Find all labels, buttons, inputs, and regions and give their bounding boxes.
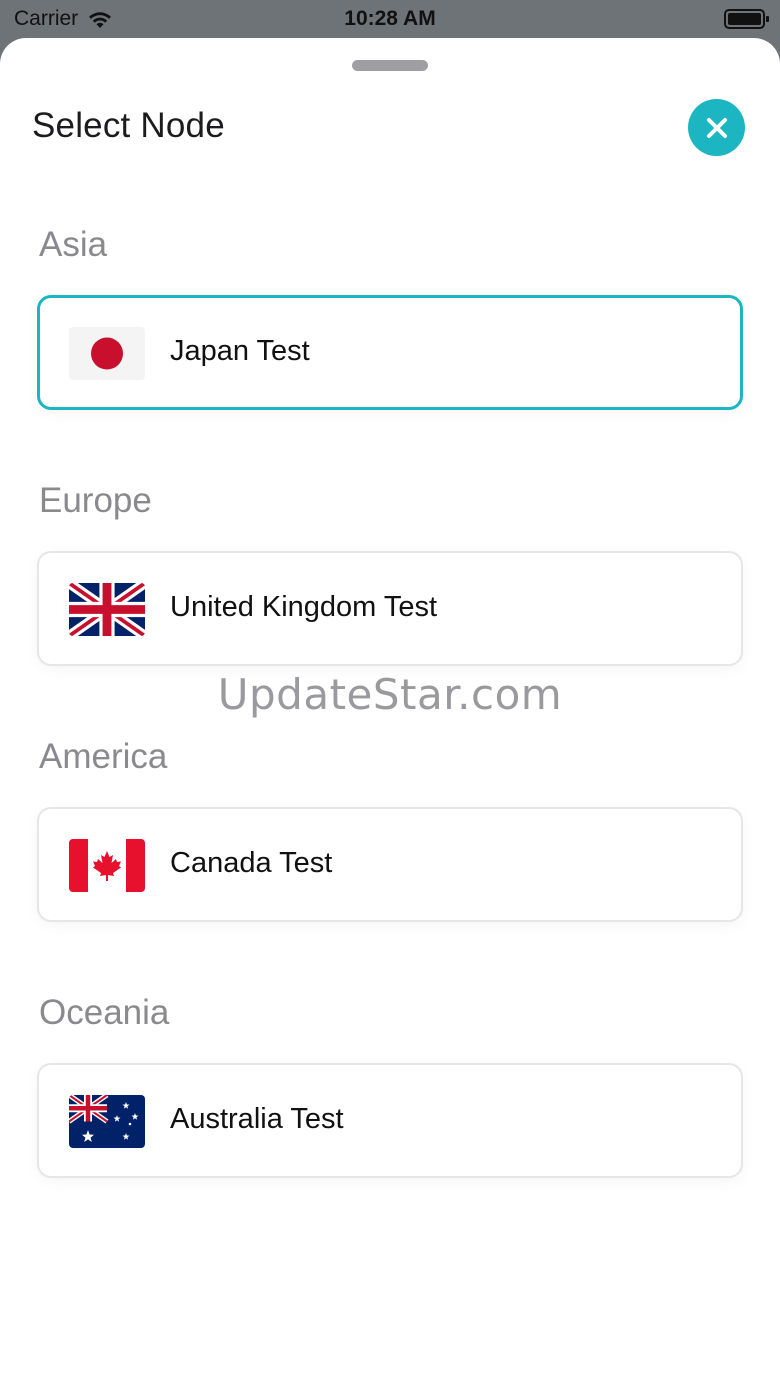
node-name: Australia Test: [170, 1103, 344, 1135]
status-bar: Carrier 10:28 AM: [0, 0, 780, 40]
node-item-australia[interactable]: Australia Test: [37, 1063, 743, 1178]
node-item-canada[interactable]: Canada Test: [37, 807, 743, 922]
close-icon: [706, 117, 727, 138]
uk-flag-icon: [69, 583, 145, 636]
canada-flag-icon: [69, 839, 145, 892]
section-label-oceania: Oceania: [39, 993, 170, 1032]
section-label-europe: Europe: [39, 481, 152, 520]
node-name: Japan Test: [170, 335, 310, 367]
close-button[interactable]: [688, 99, 745, 156]
node-item-united-kingdom[interactable]: United Kingdom Test: [37, 551, 743, 666]
japan-flag-icon: [69, 327, 145, 380]
node-item-japan[interactable]: Japan Test: [37, 295, 743, 410]
select-node-sheet: Select Node Asia Japan Test Europe Unite…: [0, 38, 780, 1387]
status-time: 10:28 AM: [344, 7, 436, 30]
watermark: UpdateStar.com: [217, 670, 563, 719]
section-label-america: America: [39, 737, 168, 776]
node-name: United Kingdom Test: [170, 591, 438, 623]
australia-flag-icon: [69, 1095, 145, 1148]
sheet-grabber[interactable]: [352, 60, 428, 71]
battery-icon: [724, 9, 770, 29]
section-label-asia: Asia: [39, 225, 108, 264]
node-name: Canada Test: [170, 847, 333, 879]
sheet-title: Select Node: [32, 106, 225, 145]
